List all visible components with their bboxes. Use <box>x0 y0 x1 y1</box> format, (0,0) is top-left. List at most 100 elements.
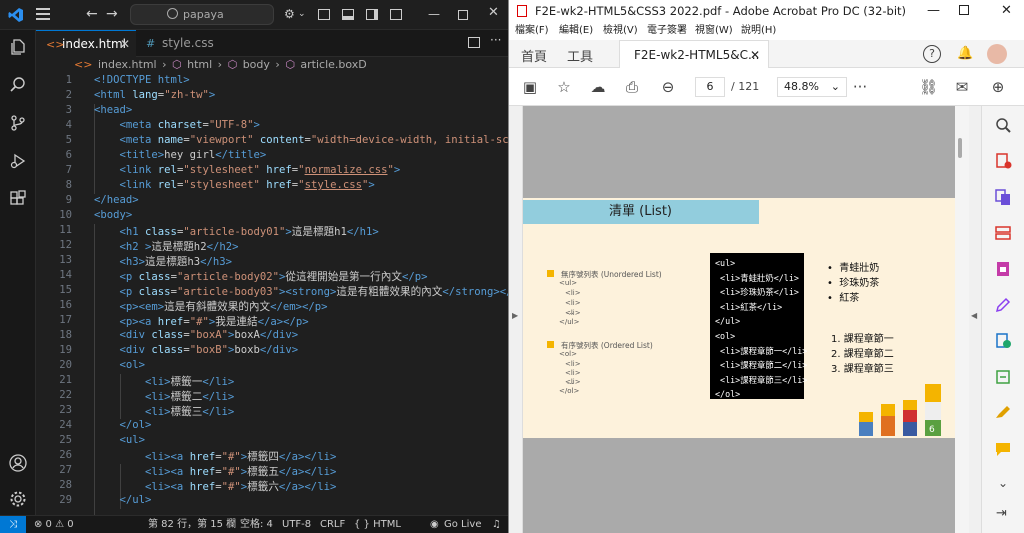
toggle-sidebar-icon[interactable] <box>318 9 330 20</box>
line-number: 9 <box>65 194 72 206</box>
forward-arrow-icon[interactable]: → <box>106 6 118 22</box>
bookmark-star-icon[interactable]: ☆ <box>555 78 573 96</box>
remote-indicator-icon[interactable]: ⤨ <box>0 516 26 533</box>
tab-document[interactable]: F2E-wk2-HTML5&C... ✕ <box>619 40 769 68</box>
close-icon[interactable]: ✕ <box>1001 0 1012 22</box>
breadcrumb-item[interactable]: html <box>187 58 212 71</box>
bell-icon[interactable]: 🔔 <box>957 46 973 61</box>
comment-icon[interactable] <box>994 440 1012 458</box>
scrollbar-thumb[interactable] <box>958 138 962 158</box>
menu-window[interactable]: 視窗(W) <box>695 22 733 40</box>
tools-pane: ⌄ ⇥ <box>981 106 1024 533</box>
menu-file[interactable]: 檔案(F) <box>515 22 549 40</box>
chevron-left-icon: ◀ <box>971 311 978 320</box>
more-actions-icon[interactable]: ··· <box>490 33 501 47</box>
vertical-scrollbar[interactable] <box>955 106 969 533</box>
acrobat-window: F2E-wk2-HTML5&CSS3 2022.pdf - Adobe Acro… <box>508 0 1024 533</box>
left-panel-toggle[interactable]: ▶ <box>509 106 523 533</box>
menu-esign[interactable]: 電子簽署 <box>647 22 687 40</box>
close-tab-icon[interactable]: ✕ <box>750 41 760 69</box>
tab-style-css[interactable]: # style.css <box>136 30 236 57</box>
copilot-icon[interactable]: ⚙ <box>284 7 295 21</box>
go-live-button[interactable]: Go Live <box>444 516 481 533</box>
customize-layout-icon[interactable] <box>390 9 402 20</box>
code-line: <ul> <box>119 434 146 446</box>
menu-edit[interactable]: 編輯(E) <box>559 22 593 40</box>
export-pdf-icon[interactable] <box>994 260 1012 278</box>
settings-gear-icon[interactable] <box>9 490 27 508</box>
menu-help[interactable]: 說明(H) <box>741 22 776 40</box>
hamburger-menu-icon[interactable] <box>36 8 50 20</box>
upload-cloud-icon[interactable]: ☁ <box>589 78 607 96</box>
tab-home[interactable]: 首頁 <box>521 46 547 65</box>
problems-count[interactable]: ⊗ 0 ⚠ 0 <box>34 516 74 533</box>
save-icon[interactable]: ▣ <box>521 78 539 96</box>
code-line: <link rel="stylesheet" href="normalize.c… <box>119 164 401 176</box>
organize-pages-icon[interactable] <box>994 224 1012 242</box>
code-editor[interactable]: 1 <!DOCTYPE html> 2 <html lang="zh-tw"> 3 <he… <box>36 74 508 515</box>
explorer-icon[interactable] <box>9 38 27 56</box>
line-number: 19 <box>59 344 72 356</box>
tab-index-html[interactable]: <> index.html ✕ <box>36 30 136 57</box>
maximize-icon[interactable] <box>959 5 969 15</box>
command-center-search[interactable]: papaya <box>130 4 274 25</box>
cursor-position[interactable]: 第 82 行，第 15 欄 <box>148 516 236 533</box>
chevron-down-icon[interactable]: ⌄ <box>298 9 306 19</box>
zoom-search-icon[interactable]: ⊖ <box>659 78 677 96</box>
language-mode[interactable]: { } HTML <box>354 516 401 533</box>
breadcrumb-item[interactable]: body <box>243 58 270 71</box>
share-link-icon[interactable]: ⛓ <box>919 78 938 96</box>
tab-tools[interactable]: 工具 <box>567 46 593 65</box>
back-arrow-icon[interactable]: ← <box>86 6 98 22</box>
share-pdf-icon[interactable] <box>994 332 1012 350</box>
line-number: 17 <box>59 314 72 326</box>
code-line: <html lang="zh-tw"> <box>94 89 216 101</box>
extensions-icon[interactable] <box>9 190 27 208</box>
notifications-bell-icon[interactable]: ♫ <box>492 516 501 533</box>
chevron-right-icon: ▶ <box>512 311 519 320</box>
html-file-icon: <> <box>46 38 65 51</box>
minimize-icon[interactable]: — <box>428 7 440 21</box>
zoom-select[interactable]: 48.8% ⌄ <box>777 77 847 97</box>
minimize-icon[interactable]: — <box>927 0 940 22</box>
maximize-icon[interactable] <box>458 10 468 20</box>
edit-pdf-icon[interactable] <box>994 296 1012 314</box>
split-editor-icon[interactable] <box>468 37 480 48</box>
code-line: <body> <box>94 209 133 221</box>
run-debug-icon[interactable] <box>9 152 27 170</box>
bullet-square-icon <box>547 341 554 348</box>
activity-bar <box>0 30 36 533</box>
collapse-pane-icon[interactable]: ⇥ <box>996 506 1007 521</box>
breadcrumb-item[interactable]: index.html <box>98 58 157 71</box>
share-user-icon[interactable]: ⊕ <box>989 78 1007 96</box>
toggle-panel-icon[interactable] <box>342 9 354 20</box>
page-number-input[interactable]: 6 <box>695 77 725 97</box>
indentation[interactable]: 空格: 4 <box>240 516 273 533</box>
more-icon[interactable]: ··· <box>851 78 869 96</box>
ordered-item: 1. 課程章節一 <box>831 334 894 345</box>
zoom-tool-icon[interactable] <box>994 116 1012 134</box>
avatar[interactable] <box>987 44 1007 64</box>
right-panel-toggle[interactable]: ◀ <box>969 106 981 533</box>
source-control-icon[interactable] <box>9 114 27 132</box>
print-icon[interactable]: ⎙ <box>623 78 641 96</box>
line-ending[interactable]: CRLF <box>320 516 345 533</box>
line-number: 12 <box>59 239 72 251</box>
fill-sign-icon[interactable] <box>994 404 1012 422</box>
account-icon[interactable] <box>9 454 27 472</box>
create-pdf-icon[interactable] <box>994 152 1012 170</box>
encoding[interactable]: UTF-8 <box>282 516 311 533</box>
help-icon[interactable]: ? <box>923 45 941 63</box>
chevron-down-icon[interactable]: ⌄ <box>998 476 1008 490</box>
menu-view[interactable]: 檢視(V) <box>603 22 638 40</box>
close-icon[interactable]: ✕ <box>488 5 499 20</box>
email-icon[interactable]: ✉ <box>953 78 971 96</box>
toggle-secondary-sidebar-icon[interactable] <box>366 9 378 20</box>
code-line: <li><a href="#">標籤四</a></li> <box>145 451 337 463</box>
breadcrumb-item[interactable]: article.boxD <box>300 58 366 71</box>
compress-pdf-icon[interactable] <box>994 368 1012 386</box>
combine-files-icon[interactable] <box>994 188 1012 206</box>
close-tab-icon[interactable]: ✕ <box>120 31 130 58</box>
code-line: </ul> <box>119 494 152 506</box>
search-icon[interactable] <box>9 76 27 94</box>
